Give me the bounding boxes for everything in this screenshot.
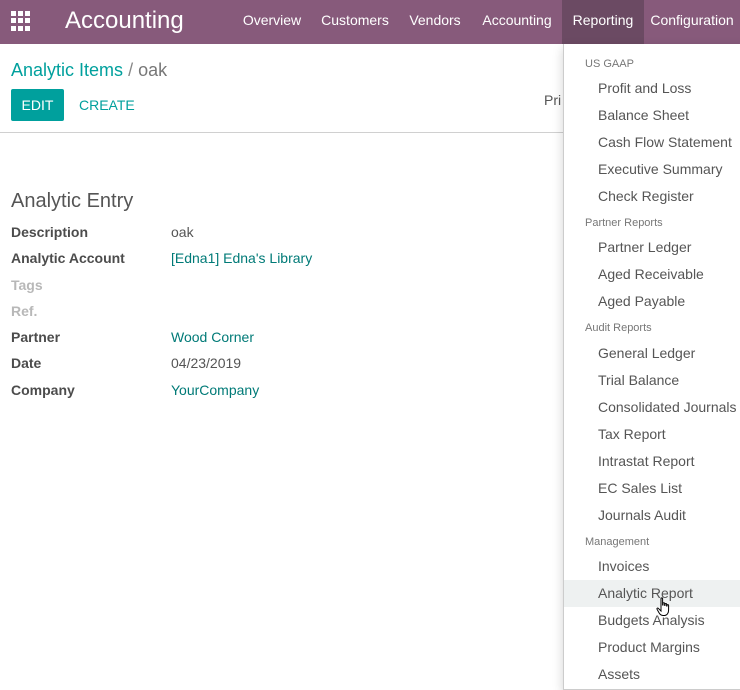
top-navbar: Accounting Overview Customers Vendors Ac… xyxy=(0,0,740,44)
menu-item-label: Executive Summary xyxy=(598,161,723,177)
menu-item-aged-receivable[interactable]: Aged Receivable xyxy=(564,261,740,288)
nav-overview[interactable]: Overview xyxy=(232,0,312,44)
menu-item-label: Check Register xyxy=(598,188,694,204)
menu-item-consolidated-journals[interactable]: Consolidated Journals xyxy=(564,394,740,421)
menu-header-audit-reports: Audit Reports xyxy=(585,322,652,334)
menu-item-label: Product Margins xyxy=(598,639,700,655)
form-title: Analytic Entry xyxy=(11,190,134,212)
label-description: Description xyxy=(11,224,89,240)
menu-item-label: Assets xyxy=(598,666,641,682)
menu-header-partner-reports: Partner Reports xyxy=(585,217,663,229)
nav-configuration[interactable]: Configuration xyxy=(644,0,740,44)
menu-item-product-margins[interactable]: Product Margins xyxy=(564,634,740,661)
breadcrumb: Analytic Items / oak xyxy=(11,58,167,82)
nav-reporting[interactable]: Reporting xyxy=(562,0,644,44)
menu-header-us-gaap: US GAAP xyxy=(585,58,634,70)
label-date: Date xyxy=(11,355,42,371)
menu-item-intrastat-report[interactable]: Intrastat Report xyxy=(564,448,740,475)
menu-item-label: Budgets Analysis xyxy=(598,612,705,628)
menu-item-balance-sheet[interactable]: Balance Sheet xyxy=(564,102,740,129)
menu-item-label: Profit and Loss xyxy=(598,80,692,96)
menu-item-label: Invoices xyxy=(598,558,650,574)
menu-item-label: Consolidated Journals xyxy=(598,399,737,415)
menu-item-tax-report[interactable]: Tax Report xyxy=(564,421,740,448)
menu-item-aged-payable[interactable]: Aged Payable xyxy=(564,288,740,315)
menu-item-check-register[interactable]: Check Register xyxy=(564,183,740,210)
app-brand[interactable]: Accounting xyxy=(65,6,184,36)
print-button[interactable]: Pri xyxy=(544,92,561,108)
create-button[interactable]: CREATE xyxy=(79,89,135,121)
menu-item-label: Journals Audit xyxy=(598,507,686,523)
menu-item-label: Intrastat Report xyxy=(598,453,695,469)
menu-header-management: Management xyxy=(585,536,650,548)
menu-item-label: Tax Report xyxy=(598,426,666,442)
menu-item-label: EC Sales List xyxy=(598,480,683,496)
label-company: Company xyxy=(11,382,75,398)
value-partner[interactable]: Wood Corner xyxy=(171,329,254,345)
menu-item-executive-summary[interactable]: Executive Summary xyxy=(564,156,740,183)
menu-item-label: Analytic Report xyxy=(598,585,693,601)
breadcrumb-separator: / xyxy=(128,60,134,80)
edit-button[interactable]: EDIT xyxy=(11,89,64,121)
menu-item-label: General Ledger xyxy=(598,345,696,361)
menu-item-label: Trial Balance xyxy=(598,372,680,388)
menu-item-label: Cash Flow Statement xyxy=(598,134,732,150)
menu-item-invoices[interactable]: Invoices xyxy=(564,553,740,580)
menu-item-label: Balance Sheet xyxy=(598,107,690,123)
menu-item-general-ledger[interactable]: General Ledger xyxy=(564,340,740,367)
menu-item-ec-sales-list[interactable]: EC Sales List xyxy=(564,475,740,502)
menu-item-profit-and-loss[interactable]: Profit and Loss xyxy=(564,75,740,102)
menu-item-label: Partner Ledger xyxy=(598,239,692,255)
breadcrumb-analytic-items[interactable]: Analytic Items xyxy=(11,60,123,80)
label-partner: Partner xyxy=(11,329,61,345)
menu-item-journals-audit[interactable]: Journals Audit xyxy=(564,502,740,529)
reporting-dropdown-menu: US GAAP Profit and Loss Balance Sheet Ca… xyxy=(563,44,740,690)
menu-item-assets[interactable]: Assets xyxy=(564,661,740,688)
menu-item-cash-flow-statement[interactable]: Cash Flow Statement xyxy=(564,129,740,156)
menu-item-analytic-report[interactable]: Analytic Report xyxy=(564,580,740,607)
label-tags: Tags xyxy=(11,277,43,293)
menu-item-trial-balance[interactable]: Trial Balance xyxy=(564,367,740,394)
value-description: oak xyxy=(171,224,194,240)
menu-item-partner-ledger[interactable]: Partner Ledger xyxy=(564,234,740,261)
breadcrumb-current: oak xyxy=(138,60,168,80)
value-date: 04/23/2019 xyxy=(171,355,242,371)
menu-item-label: Aged Payable xyxy=(598,293,686,309)
label-analytic-account: Analytic Account xyxy=(11,250,125,266)
label-ref: Ref. xyxy=(11,303,38,319)
nav-accounting[interactable]: Accounting xyxy=(472,0,562,44)
menu-item-budgets-analysis[interactable]: Budgets Analysis xyxy=(564,607,740,634)
apps-grid-icon[interactable] xyxy=(11,11,31,31)
menu-item-label: Aged Receivable xyxy=(598,266,704,282)
value-company[interactable]: YourCompany xyxy=(171,382,259,398)
nav-customers[interactable]: Customers xyxy=(312,0,398,44)
value-analytic-account[interactable]: [Edna1] Edna's Library xyxy=(171,250,312,266)
hand-pointer-icon xyxy=(656,597,670,616)
nav-vendors[interactable]: Vendors xyxy=(398,0,472,44)
